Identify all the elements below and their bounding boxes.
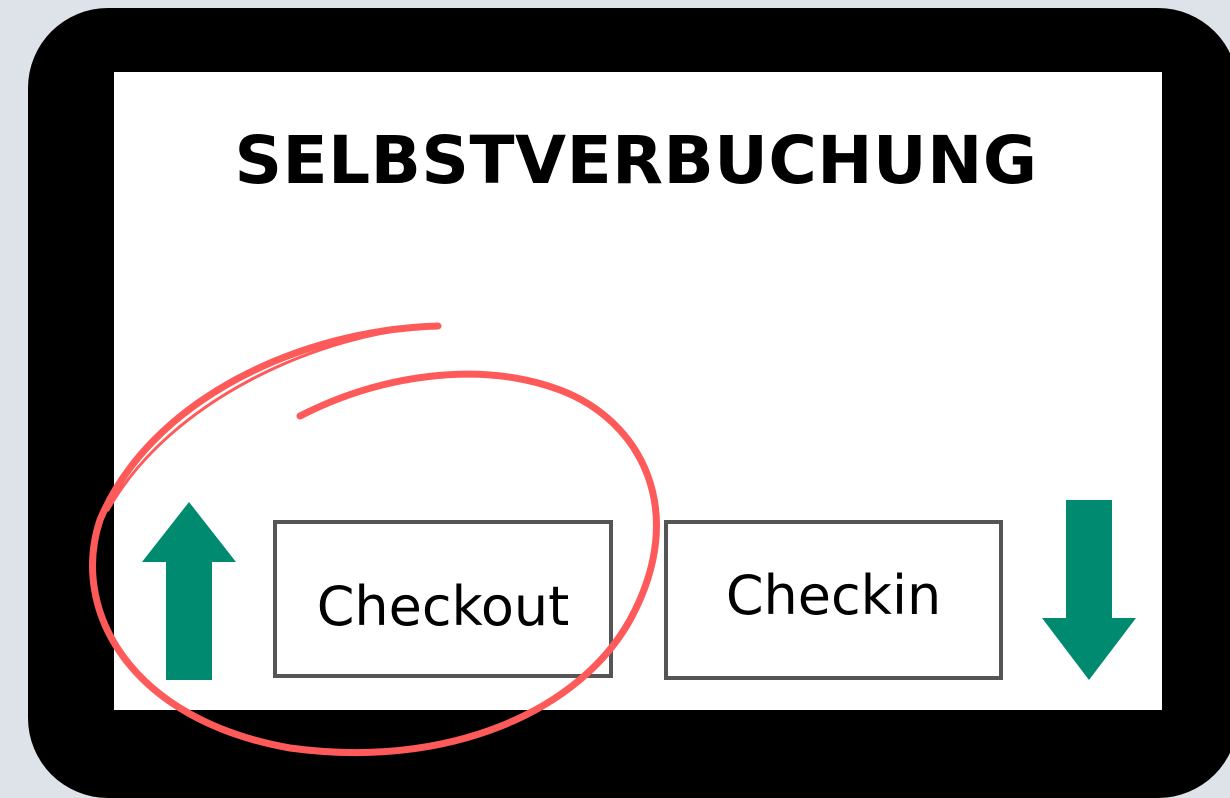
checkin-button-label: Checkin <box>725 563 942 627</box>
checkin-button[interactable]: Checkin <box>664 520 1003 680</box>
arrow-down-icon <box>1042 500 1136 680</box>
page-title: SELBSTVERBUCHUNG <box>234 122 1038 199</box>
checkout-button[interactable]: Checkout <box>273 520 613 678</box>
arrow-up-icon <box>142 502 236 680</box>
checkout-button-label: Checkout <box>316 574 570 638</box>
